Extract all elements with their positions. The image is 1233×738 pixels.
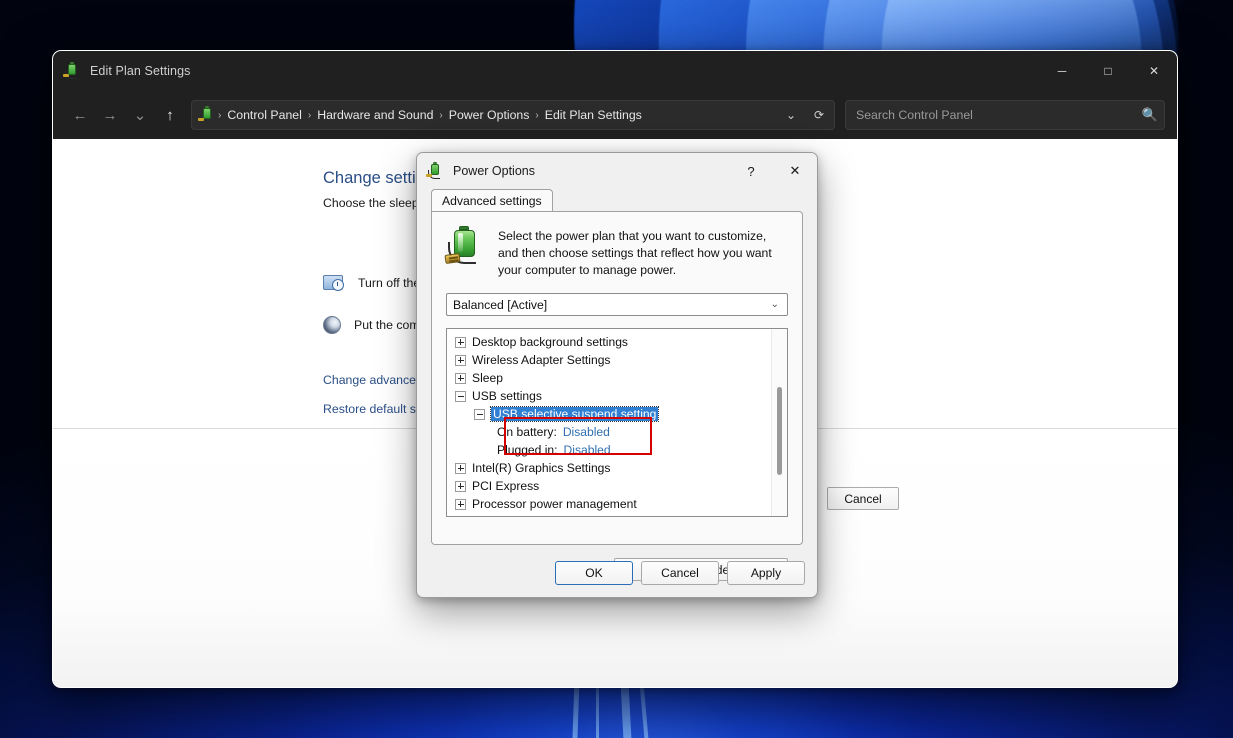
ok-button[interactable]: OK (555, 561, 633, 585)
power-plug-icon (63, 62, 81, 79)
tree-value-on-battery[interactable]: On battery: Disabled (447, 423, 787, 441)
search-icon[interactable]: 🔍 (1136, 107, 1164, 123)
tree-items: Desktop background settings Wireless Ada… (447, 329, 787, 518)
tree-item-wireless-adapter-settings[interactable]: Wireless Adapter Settings (447, 351, 787, 369)
tree-scrollbar[interactable] (771, 329, 787, 516)
address-bar-actions: ⌄ ⟳ (778, 102, 834, 128)
sleep-moon-icon (323, 316, 341, 334)
tree-item-sleep[interactable]: Sleep (447, 369, 787, 387)
breadcrumb-separator: › (307, 109, 312, 121)
display-clock-icon (323, 273, 345, 293)
dialog-button-row: OK Cancel Apply (555, 561, 805, 585)
expand-icon[interactable] (455, 372, 466, 384)
tree-item-label: Processor power management (472, 497, 637, 511)
expand-icon[interactable] (455, 517, 466, 518)
dialog-close-button[interactable]: ✕ (773, 153, 817, 189)
dialog-tabstrip: Advanced settings (431, 189, 817, 211)
tab-advanced-settings[interactable]: Advanced settings (431, 189, 553, 211)
search-box[interactable]: 🔍 (845, 100, 1165, 130)
dialog-title: Power Options (453, 164, 535, 178)
forward-button[interactable]: → (95, 100, 125, 130)
power-plug-icon (198, 106, 216, 123)
close-button[interactable]: ✕ (1131, 51, 1177, 91)
tree-item-display[interactable]: Display (447, 513, 787, 518)
breadcrumb-item-control-panel[interactable]: Control Panel (223, 106, 306, 124)
breadcrumb-separator: › (439, 109, 443, 121)
expand-icon[interactable] (455, 480, 466, 492)
power-options-dialog: Power Options ? ✕ Advanced settings Sele… (416, 152, 818, 598)
window-title: Edit Plan Settings (90, 64, 191, 78)
cancel-button[interactable]: Cancel (827, 487, 899, 510)
expand-icon[interactable] (455, 498, 466, 510)
value-plugged-in[interactable]: Disabled (564, 443, 611, 457)
tree-item-usb-settings[interactable]: USB settings (447, 387, 787, 405)
collapse-icon[interactable] (455, 390, 466, 402)
help-button[interactable]: ? (729, 153, 773, 189)
maximize-button[interactable]: □ (1085, 51, 1131, 91)
tree-scrollbar-thumb[interactable] (777, 387, 782, 475)
back-button[interactable]: ← (65, 100, 95, 130)
tree-item-usb-selective-suspend-setting[interactable]: USB selective suspend setting (447, 405, 787, 423)
address-bar[interactable]: › Control Panel › Hardware and Sound › P… (191, 100, 835, 130)
breadcrumb-item-edit-plan-settings[interactable]: Edit Plan Settings (541, 106, 646, 124)
tree-item-label: Desktop background settings (472, 335, 628, 349)
tree-item-label: USB selective suspend setting (489, 406, 660, 422)
dialog-description-text: Select the power plan that you want to c… (498, 229, 772, 277)
breadcrumb-item-power-options[interactable]: Power Options (445, 106, 534, 124)
tree-item-intel-graphics-settings[interactable]: Intel(R) Graphics Settings (447, 459, 787, 477)
power-plan-select[interactable]: Balanced [Active] ⌄ (446, 293, 788, 316)
tree-item-label: Display (472, 515, 512, 516)
power-plug-icon (426, 162, 444, 179)
value-label: Plugged in: (497, 443, 558, 457)
search-input[interactable] (846, 108, 1136, 122)
minimize-button[interactable]: ─ (1039, 51, 1085, 91)
expand-icon[interactable] (455, 354, 466, 366)
tree-value-plugged-in[interactable]: Plugged in: Disabled (447, 441, 787, 459)
breadcrumb-item-hardware-and-sound[interactable]: Hardware and Sound (313, 106, 437, 124)
tree-item-label: Intel(R) Graphics Settings (472, 461, 611, 475)
collapse-icon[interactable] (474, 408, 485, 420)
value-label: On battery: (497, 425, 557, 439)
breadcrumb-separator: › (218, 109, 222, 121)
window-titlebar: Edit Plan Settings ─ □ ✕ (53, 51, 1177, 91)
tree-item-pci-express[interactable]: PCI Express (447, 477, 787, 495)
navigation-toolbar: ← → ⌄ ↑ › Control Panel › Hardware and S… (53, 91, 1177, 139)
tree-item-label: Sleep (472, 371, 503, 385)
up-button[interactable]: ↑ (155, 100, 185, 130)
power-plan-selected-value: Balanced [Active] (453, 297, 548, 312)
tree-item-label: Wireless Adapter Settings (472, 353, 611, 367)
advanced-settings-pane: Select the power plan that you want to c… (431, 211, 803, 581)
expand-icon[interactable] (455, 336, 466, 348)
recent-locations-button[interactable]: ⌄ (125, 100, 155, 130)
dialog-window-controls: ? ✕ (729, 153, 817, 189)
chevron-down-icon: ⌄ (770, 299, 779, 310)
breadcrumb: › Control Panel › Hardware and Sound › P… (216, 106, 778, 124)
tree-item-label: USB settings (472, 389, 542, 403)
tree-item-label: PCI Express (472, 479, 540, 493)
tree-item-desktop-background-settings[interactable]: Desktop background settings (447, 333, 787, 351)
value-on-battery[interactable]: Disabled (563, 425, 610, 439)
breadcrumb-separator: › (535, 109, 539, 121)
dialog-description-area: Select the power plan that you want to c… (432, 212, 802, 279)
tree-item-processor-power-management[interactable]: Processor power management (447, 495, 787, 513)
power-plug-battery-icon (444, 226, 486, 270)
dialog-titlebar: Power Options ? ✕ (417, 153, 817, 189)
advanced-settings-tree[interactable]: Desktop background settings Wireless Ada… (446, 328, 788, 517)
refresh-icon[interactable]: ⟳ (806, 102, 832, 128)
chevron-down-icon[interactable]: ⌄ (778, 102, 804, 128)
expand-icon[interactable] (455, 462, 466, 474)
apply-button[interactable]: Apply (727, 561, 805, 585)
dialog-cancel-button[interactable]: Cancel (641, 561, 719, 585)
window-controls: ─ □ ✕ (1039, 51, 1177, 91)
